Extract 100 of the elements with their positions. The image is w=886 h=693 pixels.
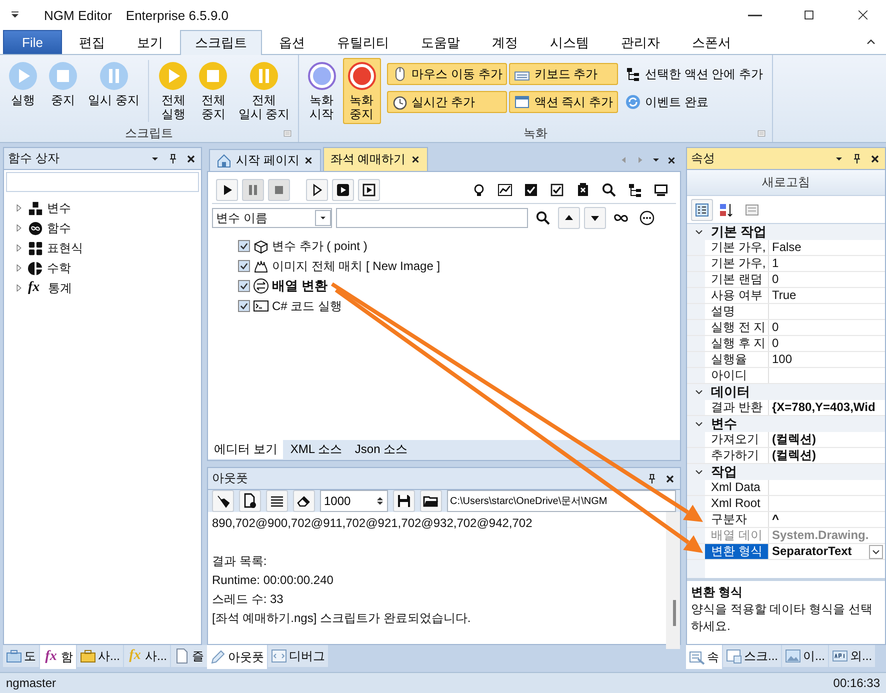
ribbon-tab[interactable]: 도움말	[406, 30, 475, 54]
scrollbar-thumb[interactable]	[673, 600, 676, 626]
ribbon-button[interactable]: 액션 즉시 추가	[509, 91, 618, 113]
count-field[interactable]: 1000	[320, 490, 372, 512]
checkbox[interactable]	[238, 280, 250, 292]
panel-tab[interactable]: 아웃풋	[207, 645, 267, 669]
spinner-button[interactable]	[372, 490, 388, 512]
tree-item[interactable]: fx 통계	[14, 278, 201, 298]
path-field[interactable]: C:\Users\starc\OneDrive\문서\NGM	[447, 490, 676, 512]
checkbox[interactable]	[238, 260, 250, 272]
ribbon-tab[interactable]: 편집	[64, 30, 120, 54]
box-icon	[253, 238, 269, 254]
window-icon	[726, 648, 742, 664]
ribbon-button[interactable]: 실행	[4, 58, 42, 124]
panel-tab[interactable]: 속	[686, 645, 722, 669]
property-name[interactable]: 사용 여부	[705, 288, 769, 303]
panel-tab[interactable]: 도	[3, 645, 39, 667]
view-tab[interactable]: 에디터 보기	[208, 440, 284, 459]
new-log-button[interactable]	[239, 490, 261, 512]
run-action-button[interactable]	[332, 178, 354, 200]
property-name[interactable]: 기본 가우,	[705, 240, 769, 255]
ribbon-button[interactable]: 선택한 액션 안에 추가	[620, 63, 768, 85]
ribbon-tab[interactable]: 스크립트	[180, 30, 262, 55]
save-button[interactable]	[393, 490, 415, 512]
panel-tab[interactable]: fx 함	[40, 645, 76, 669]
pause-button[interactable]	[242, 178, 264, 200]
stop-button[interactable]	[268, 178, 290, 200]
checkbox[interactable]	[238, 300, 250, 312]
panel-tab[interactable]: fx 사...	[124, 645, 170, 667]
close-icon	[869, 152, 881, 164]
clear-button[interactable]	[212, 490, 234, 512]
property-name[interactable]: 구분자	[705, 512, 769, 527]
tree-item[interactable]: 수학	[14, 258, 201, 278]
tree-item[interactable]: 변수	[14, 198, 201, 218]
panel-tab[interactable]: 디버그	[268, 645, 328, 667]
ribbon-button[interactable]: 녹화 중지	[342, 58, 381, 124]
ribbon-button[interactable]: 녹화 시작	[302, 58, 341, 124]
panel-tab[interactable]: 사...	[77, 645, 124, 667]
property-name[interactable]: 실행 전 지	[705, 320, 769, 335]
ribbon-button[interactable]: 마우스 이동 추가	[386, 63, 508, 85]
ribbon-button[interactable]: 중지	[44, 58, 82, 124]
action-item[interactable]: 이미지 전체 매치 [ New Image ]	[272, 258, 440, 274]
ribbon-button[interactable]: 일시 중지	[84, 58, 144, 124]
open-folder-button[interactable]	[420, 490, 442, 512]
action-item[interactable]: C# 코드 실행	[272, 298, 342, 314]
ribbon-tab[interactable]: 보기	[122, 30, 178, 54]
action-item[interactable]: 배열 변환	[272, 277, 328, 295]
ribbon-tab[interactable]: 시스템	[534, 30, 604, 54]
refresh-button[interactable]: 새로고침	[687, 170, 885, 196]
property-name[interactable]: 아이디	[705, 368, 769, 383]
ribbon-button[interactable]: 전체 중지	[194, 58, 232, 124]
ribbon-button[interactable]: 전체 일시 중지	[234, 58, 294, 124]
property-name[interactable]: 설명	[705, 304, 769, 319]
run-from-button[interactable]	[358, 178, 380, 200]
run-button[interactable]	[216, 178, 238, 200]
search-field[interactable]	[6, 172, 199, 192]
filter-dropdown[interactable]: 변수 이름	[212, 208, 332, 228]
ribbon-tab[interactable]: 계정	[476, 30, 533, 54]
ribbon-button[interactable]: 전체 실행	[154, 58, 192, 124]
tree-item[interactable]: 표현식	[14, 238, 201, 258]
action-item[interactable]: 변수 추가 ( point )	[272, 238, 368, 254]
tree-item[interactable]: 함수	[14, 218, 201, 238]
move-down-button[interactable]	[584, 207, 606, 229]
panel-tab[interactable]: 스크...	[723, 645, 782, 667]
ribbon-tab[interactable]: 관리자	[606, 30, 675, 54]
categorized-button[interactable]	[691, 198, 713, 220]
property-value: SeparatorText	[772, 544, 852, 559]
property-name[interactable]: 기본 가우,	[705, 256, 769, 271]
property-name[interactable]: 변환 형식	[705, 544, 769, 559]
infinity-icon	[28, 220, 43, 236]
property-name[interactable]: 가져오기	[705, 432, 769, 447]
panel-tab[interactable]: 이...	[782, 645, 828, 667]
panel-tab[interactable]: 즐	[171, 645, 208, 667]
document-tab[interactable]: 좌석 예매하기	[323, 147, 428, 171]
property-name[interactable]: 추가하기	[705, 448, 769, 463]
property-name[interactable]: 기본 랜덤	[705, 272, 769, 287]
ribbon-tab[interactable]: 유틸리티	[322, 30, 404, 54]
file-tab[interactable]: File	[3, 30, 62, 54]
ribbon-button[interactable]: 키보드 추가	[509, 63, 618, 85]
property-value: (컬렉션)	[772, 448, 816, 463]
ribbon-tab[interactable]: 스폰서	[676, 30, 746, 54]
count-spinner[interactable]: 1000	[320, 490, 388, 512]
erase-button[interactable]	[293, 490, 315, 512]
checkbox[interactable]	[238, 240, 250, 252]
ribbon-button[interactable]: 실시간 추가	[386, 91, 508, 113]
step-button[interactable]	[306, 178, 328, 200]
property-name[interactable]: 결과 반환	[705, 400, 769, 415]
dropdown-button[interactable]	[869, 544, 883, 558]
property-name[interactable]: 실행율	[705, 352, 769, 367]
ribbon-button[interactable]: 이벤트 완료	[620, 91, 768, 113]
property-name[interactable]: Xml Data	[705, 480, 769, 495]
property-name[interactable]: Xml Root	[705, 496, 769, 511]
property-name[interactable]: 실행 후 지	[705, 336, 769, 351]
filter-field[interactable]	[336, 208, 528, 228]
move-up-button[interactable]	[558, 207, 580, 229]
document-tab[interactable]: 시작 페이지	[209, 149, 322, 171]
wrap-button[interactable]	[266, 490, 288, 512]
ribbon-tab[interactable]: 옵션	[264, 30, 320, 54]
check-box-icon	[523, 182, 539, 198]
panel-tab[interactable]: 외...	[829, 645, 876, 667]
